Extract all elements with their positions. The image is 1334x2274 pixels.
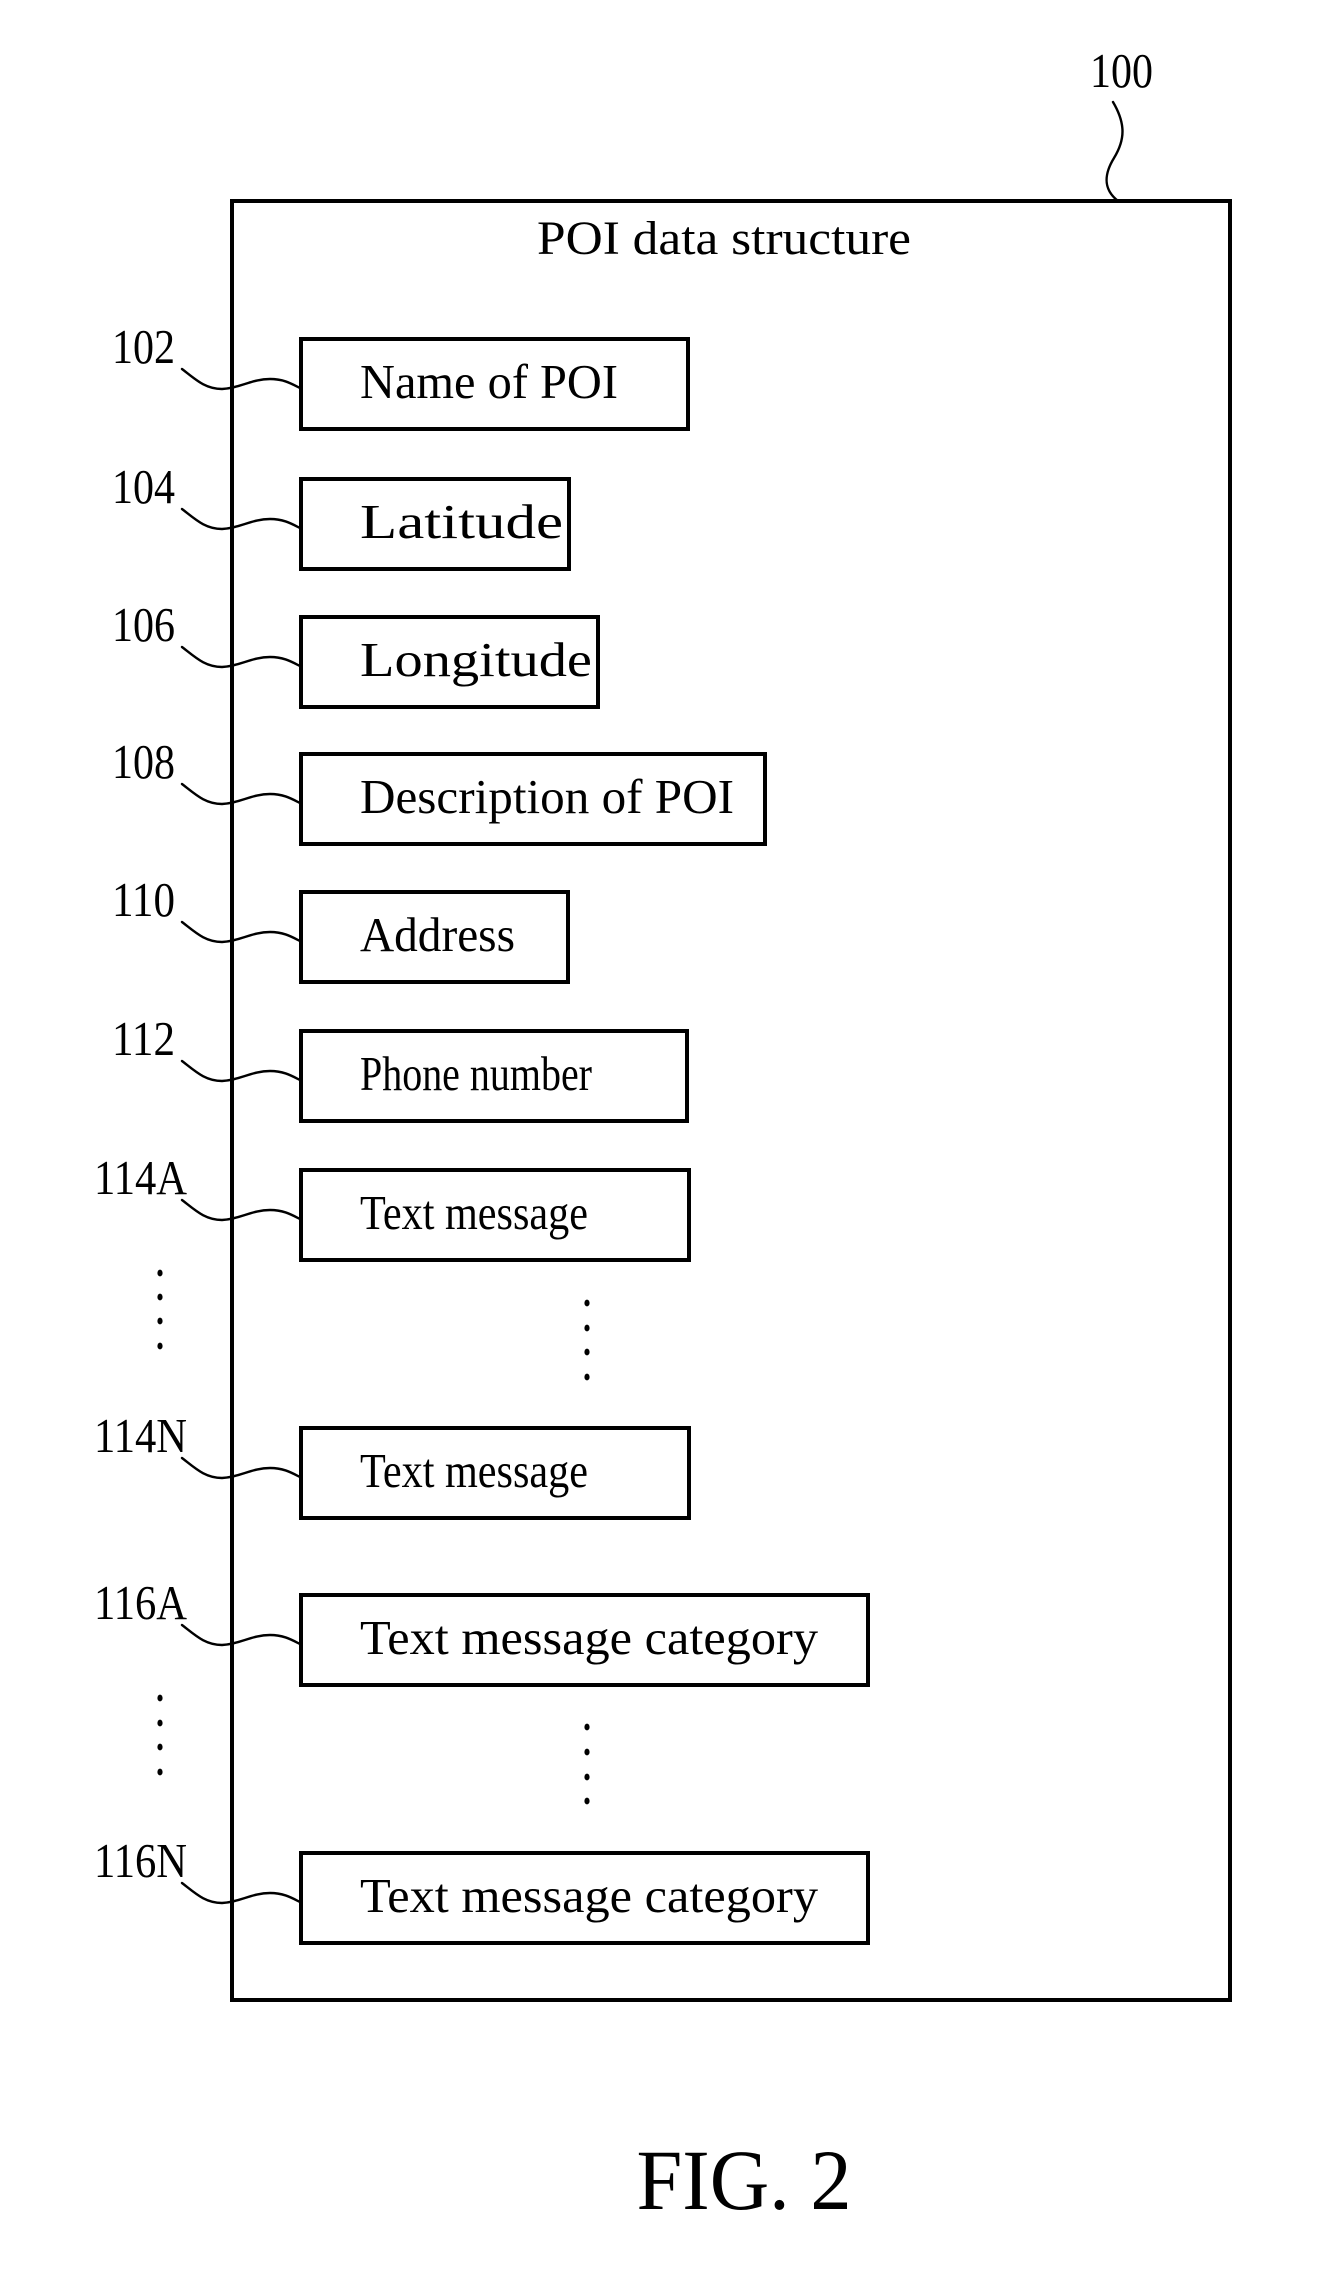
- field-label: Text message category: [360, 1868, 819, 1923]
- field-104: 104 Latitude: [112, 459, 571, 571]
- field-110: 110 Address: [112, 872, 570, 984]
- field-ref-label: 116N: [94, 1833, 187, 1888]
- field-label: Name of POI: [360, 354, 618, 409]
- field-label: Address: [360, 907, 515, 962]
- field-leader-line: [180, 1881, 302, 1905]
- field-label: Text message category: [360, 1610, 819, 1665]
- ellipsis-dot: [584, 1324, 590, 1332]
- field-leader-line: [180, 1059, 302, 1083]
- ellipsis-dot: [157, 1694, 163, 1702]
- container-leader-line: [1105, 100, 1124, 203]
- field-label: Phone number: [360, 1046, 592, 1101]
- field-ref-label: 114A: [94, 1150, 188, 1205]
- field-114N: 114N Text message: [94, 1408, 691, 1520]
- ellipsis-dot: [584, 1299, 590, 1307]
- field-leader-line: [180, 1198, 302, 1222]
- ellipsis-dot: [157, 1342, 163, 1350]
- ellipsis-dot: [584, 1348, 590, 1356]
- field-ref-label: 112: [112, 1011, 175, 1066]
- field-label: Text message: [360, 1185, 588, 1240]
- ellipsis-dot: [157, 1768, 163, 1776]
- field-leader-line: [180, 367, 302, 391]
- ellipsis-dot: [157, 1293, 163, 1301]
- field-116N: 116N Text message category: [94, 1833, 870, 1945]
- field-ref-label: 102: [112, 319, 175, 374]
- field-108: 108 Description of POI: [112, 734, 767, 846]
- field-leader-line: [180, 1623, 302, 1647]
- poi-data-structure-diagram: 100 POI data structure 102 Name of POI 104…: [94, 43, 1232, 2228]
- field-label: Description of POI: [360, 769, 734, 824]
- ellipsis-dot: [584, 1723, 590, 1731]
- field-label: Text message: [360, 1443, 588, 1498]
- field-114A: 114A Text message: [94, 1150, 691, 1262]
- field-leader-line: [180, 507, 302, 531]
- ellipsis-114: [157, 1269, 590, 1381]
- field-ref-label: 114N: [94, 1408, 187, 1463]
- field-leader-line: [180, 645, 302, 669]
- ellipsis-dot: [157, 1719, 163, 1727]
- ellipsis-dot: [157, 1269, 163, 1277]
- field-102: 102 Name of POI: [112, 319, 690, 431]
- container-ref-label: 100: [1090, 43, 1153, 98]
- field-ref-label: 116A: [94, 1575, 188, 1630]
- field-112: 112 Phone number: [112, 1011, 689, 1123]
- field-ref-label: 108: [112, 734, 175, 789]
- ellipsis-dot: [584, 1748, 590, 1756]
- field-ref-label: 104: [112, 459, 175, 514]
- ellipsis-dot: [584, 1373, 590, 1381]
- field-106: 106 Longitude: [112, 597, 600, 709]
- field-label: Longitude: [360, 632, 592, 687]
- field-ref-label: 106: [112, 597, 175, 652]
- field-leader-line: [180, 920, 302, 944]
- field-116A: 116A Text message category: [94, 1575, 870, 1687]
- ellipsis-116: [157, 1694, 590, 1805]
- field-leader-line: [180, 782, 302, 806]
- ellipsis-dot: [157, 1317, 163, 1325]
- ellipsis-dot: [157, 1743, 163, 1751]
- field-label: Latitude: [360, 494, 563, 549]
- container-title: POI data structure: [537, 212, 911, 265]
- field-leader-line: [180, 1456, 302, 1480]
- ellipsis-dot: [584, 1797, 590, 1805]
- ellipsis-dot: [584, 1773, 590, 1781]
- field-ref-label: 110: [112, 872, 175, 927]
- figure-caption: FIG. 2: [637, 2132, 852, 2228]
